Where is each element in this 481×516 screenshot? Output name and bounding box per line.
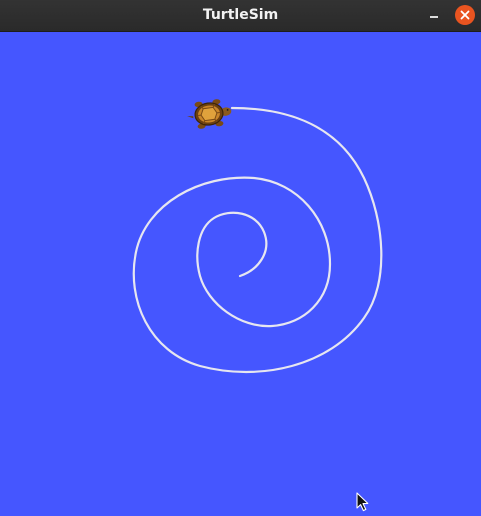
spiral-path xyxy=(132,106,383,373)
turtlesim-window: TurtleSim xyxy=(0,0,481,516)
turtle-canvas[interactable] xyxy=(0,32,481,516)
minimize-icon xyxy=(430,16,438,18)
close-icon xyxy=(460,10,470,20)
window-titlebar[interactable]: TurtleSim xyxy=(0,0,481,32)
minimize-button[interactable] xyxy=(424,6,444,26)
drawing-surface xyxy=(132,97,383,512)
turtle-icon[interactable] xyxy=(185,97,233,130)
mouse-cursor-icon xyxy=(356,492,369,512)
window-title: TurtleSim xyxy=(202,7,279,23)
close-button[interactable] xyxy=(455,5,475,25)
